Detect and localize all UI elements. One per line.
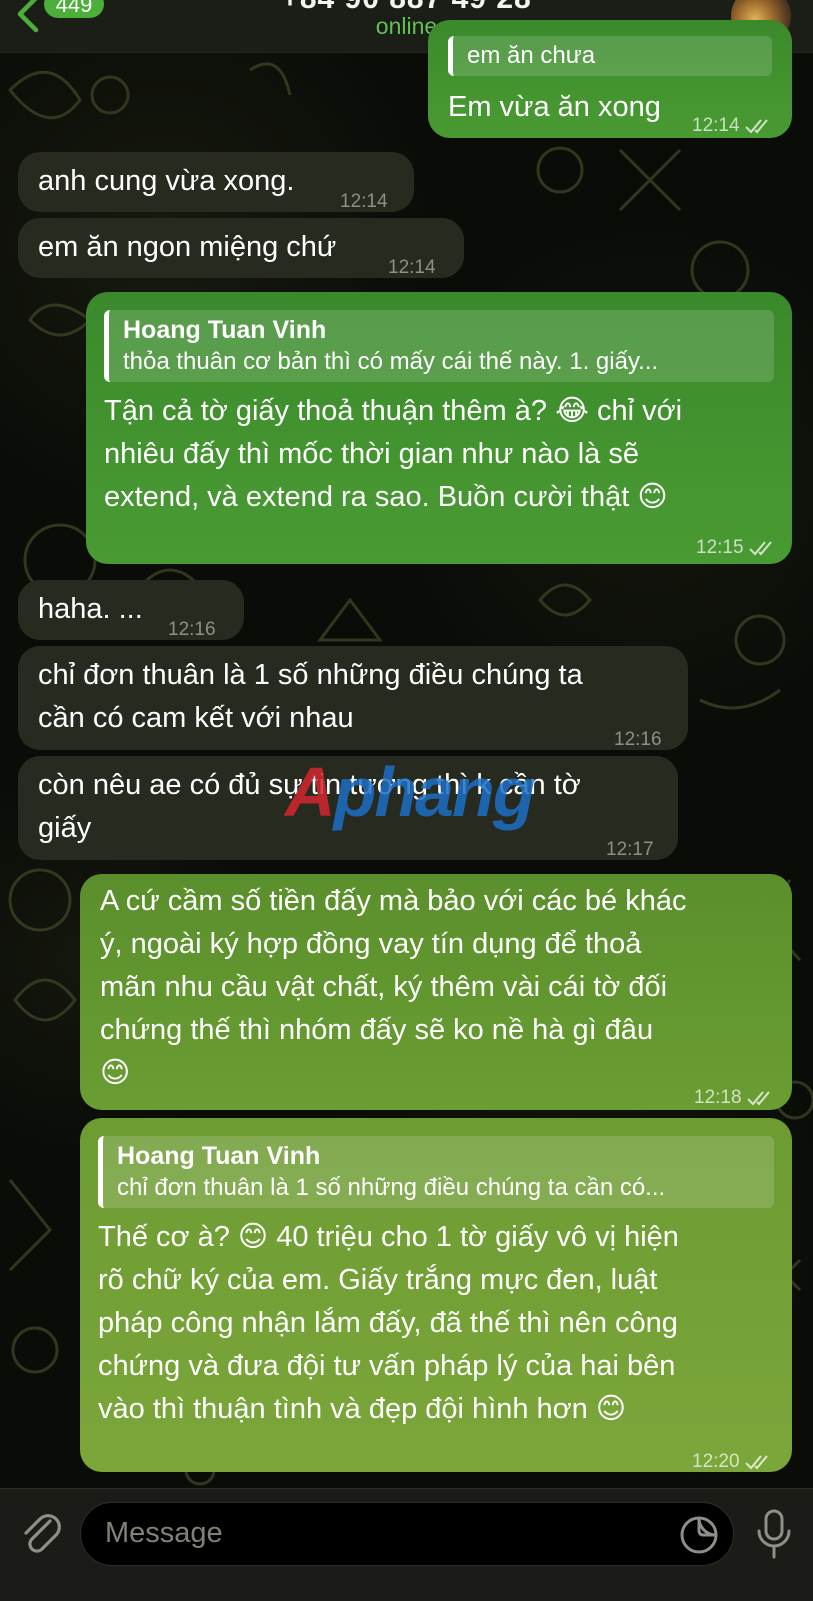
double-check-icon [745, 119, 768, 134]
message-text: anh cung vừa xong. [38, 165, 295, 197]
reply-text: em ăn chưa [467, 42, 596, 69]
reply-preview[interactable]: em ăn chưa [448, 36, 772, 76]
message-time: 12:16 [614, 729, 662, 750]
reply-preview[interactable]: Hoang Tuan Vinh thỏa thuân cơ bản thì có… [104, 310, 774, 382]
message-text: Thế cơ à? 😊 40 triệu cho 1 tờ giấy vô vị… [98, 1221, 679, 1425]
message-text: Tận cả tờ giấy thoả thuận thêm à? 😂 chỉ … [104, 395, 683, 513]
message-time: 12:16 [168, 619, 216, 640]
reply-author: Hoang Tuan Vinh [123, 316, 327, 344]
message-time: 12:17 [606, 839, 654, 860]
message-input[interactable]: Message [80, 1502, 734, 1566]
incoming-message[interactable]: em ăn ngon miệng chứ 12:14 [18, 218, 464, 278]
message-text: Em vừa ăn xong [448, 91, 661, 123]
reply-text: chỉ đơn thuân là 1 số những điều chúng t… [117, 1174, 666, 1201]
message-time: 12:18 [694, 1076, 775, 1119]
message-time: 12:15 [696, 526, 777, 569]
outgoing-message[interactable]: em ăn chưa Em vừa ăn xong 12:14 [428, 20, 792, 138]
message-text: haha. ... [38, 593, 143, 625]
reply-author: Hoang Tuan Vinh [117, 1142, 321, 1170]
microphone-button[interactable] [754, 1507, 794, 1561]
incoming-message[interactable]: haha. ... 12:16 [18, 580, 244, 640]
reply-text: thỏa thuân cơ bản thì có mấy cái thế này… [123, 348, 659, 375]
incoming-message[interactable]: anh cung vừa xong. 12:14 [18, 152, 414, 212]
double-check-icon [745, 1455, 768, 1470]
outgoing-message[interactable]: A cứ cầm số tiền đấy mà bảo với các bé k… [80, 874, 792, 1110]
message-time: 12:14 [388, 257, 436, 278]
sticker-icon [680, 1516, 718, 1554]
message-input-bar: Message [0, 1488, 813, 1601]
incoming-message[interactable]: chỉ đơn thuân là 1 số những điều chúng t… [18, 646, 688, 750]
watermark-logo: Aphang [285, 753, 536, 831]
double-check-icon [747, 1091, 770, 1106]
message-time: 12:14 [340, 191, 388, 212]
message-time: 12:20 [692, 1440, 773, 1483]
message-text: A cứ cầm số tiền đấy mà bảo với các bé k… [100, 885, 687, 1089]
double-check-icon [749, 541, 772, 556]
sticker-button[interactable] [677, 1513, 721, 1557]
paperclip-icon [24, 1514, 61, 1553]
attach-button[interactable] [20, 1509, 64, 1557]
message-text: em ăn ngon miệng chứ [38, 231, 337, 263]
message-placeholder: Message [105, 1517, 223, 1549]
message-time: 12:14 [692, 104, 773, 147]
microphone-icon [757, 1509, 791, 1559]
message-text: chỉ đơn thuân là 1 số những điều chúng t… [38, 659, 583, 734]
outgoing-message[interactable]: Hoang Tuan Vinh thỏa thuân cơ bản thì có… [86, 292, 792, 564]
outgoing-message[interactable]: Hoang Tuan Vinh chỉ đơn thuân là 1 số nh… [80, 1118, 792, 1472]
reply-preview[interactable]: Hoang Tuan Vinh chỉ đơn thuân là 1 số nh… [98, 1136, 774, 1208]
